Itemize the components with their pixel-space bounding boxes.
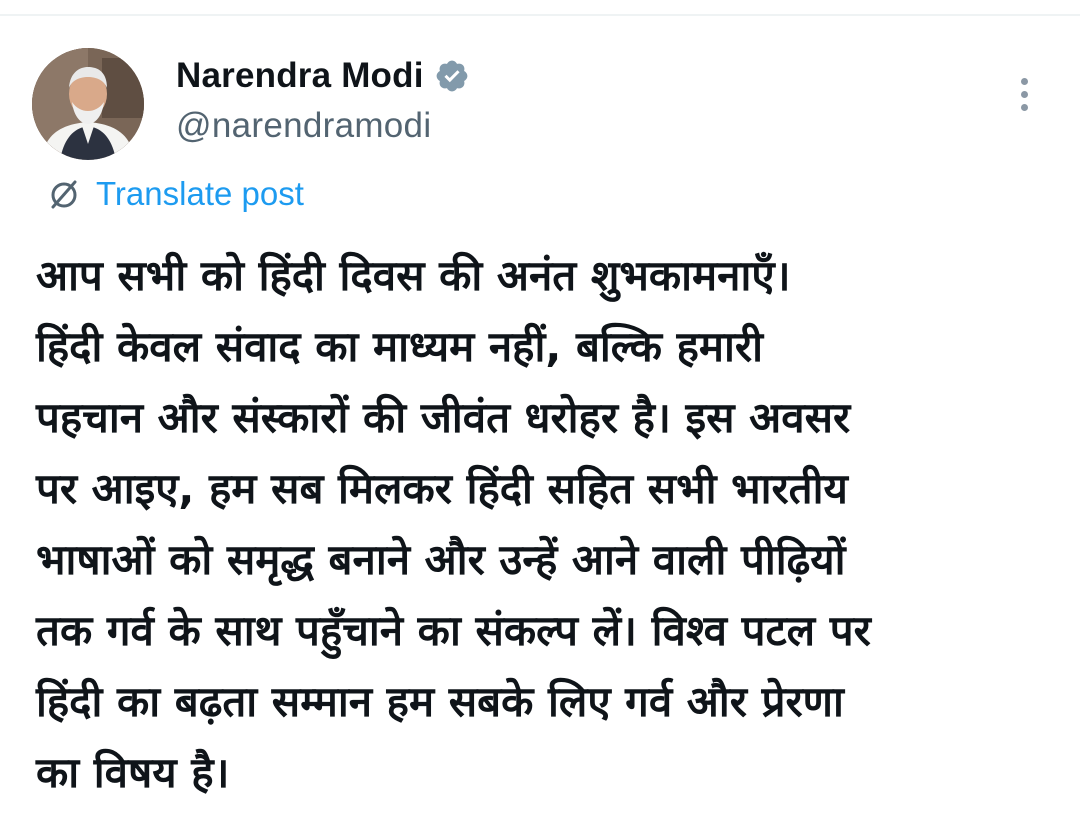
- post-text-line: हिंदी केवल संवाद का माध्यम नहीं, बल्कि ह…: [36, 322, 763, 371]
- post-text-line: पहचान और संस्कारों की जीवंत धरोहर है। इस…: [36, 393, 851, 442]
- post-text: आप सभी को हिंदी दिवस की अनंत शुभकामनाएँ।…: [36, 240, 1066, 808]
- translate-post-link[interactable]: Translate post: [44, 174, 304, 214]
- verified-badge-icon[interactable]: [434, 58, 470, 94]
- translate-post-label: Translate post: [96, 175, 304, 212]
- more-options-button[interactable]: [1006, 72, 1042, 116]
- author-handle[interactable]: @narendramodi: [176, 106, 470, 146]
- avatar-image: [32, 48, 144, 160]
- post-text-line: का विषय है।: [36, 748, 230, 797]
- top-divider: [0, 14, 1080, 16]
- globe-translate-icon: [44, 174, 84, 214]
- post-author: Narendra Modi @narendramodi: [176, 52, 470, 146]
- post-text-line: पर आइए, हम सब मिलकर हिंदी सहित सभी भारती…: [36, 464, 848, 513]
- more-options-icon-dot: [1020, 103, 1028, 111]
- post-text-line: तक गर्व के साथ पहुँचाने का संकल्प लें। व…: [36, 606, 871, 655]
- author-name[interactable]: Narendra Modi: [176, 56, 424, 96]
- more-options-icon-dot: [1020, 90, 1028, 98]
- post-text-line: भाषाओं को समृद्ध बनाने और उन्हें आने वाल…: [36, 535, 846, 584]
- more-options-icon: [1020, 77, 1028, 85]
- post-text-line: आप सभी को हिंदी दिवस की अनंत शुभकामनाएँ।: [36, 251, 791, 300]
- avatar[interactable]: [32, 48, 144, 160]
- post-text-line: हिंदी का बढ़ता सम्मान हम सबके लिए गर्व औ…: [36, 677, 844, 726]
- author-name-row: Narendra Modi: [176, 52, 470, 100]
